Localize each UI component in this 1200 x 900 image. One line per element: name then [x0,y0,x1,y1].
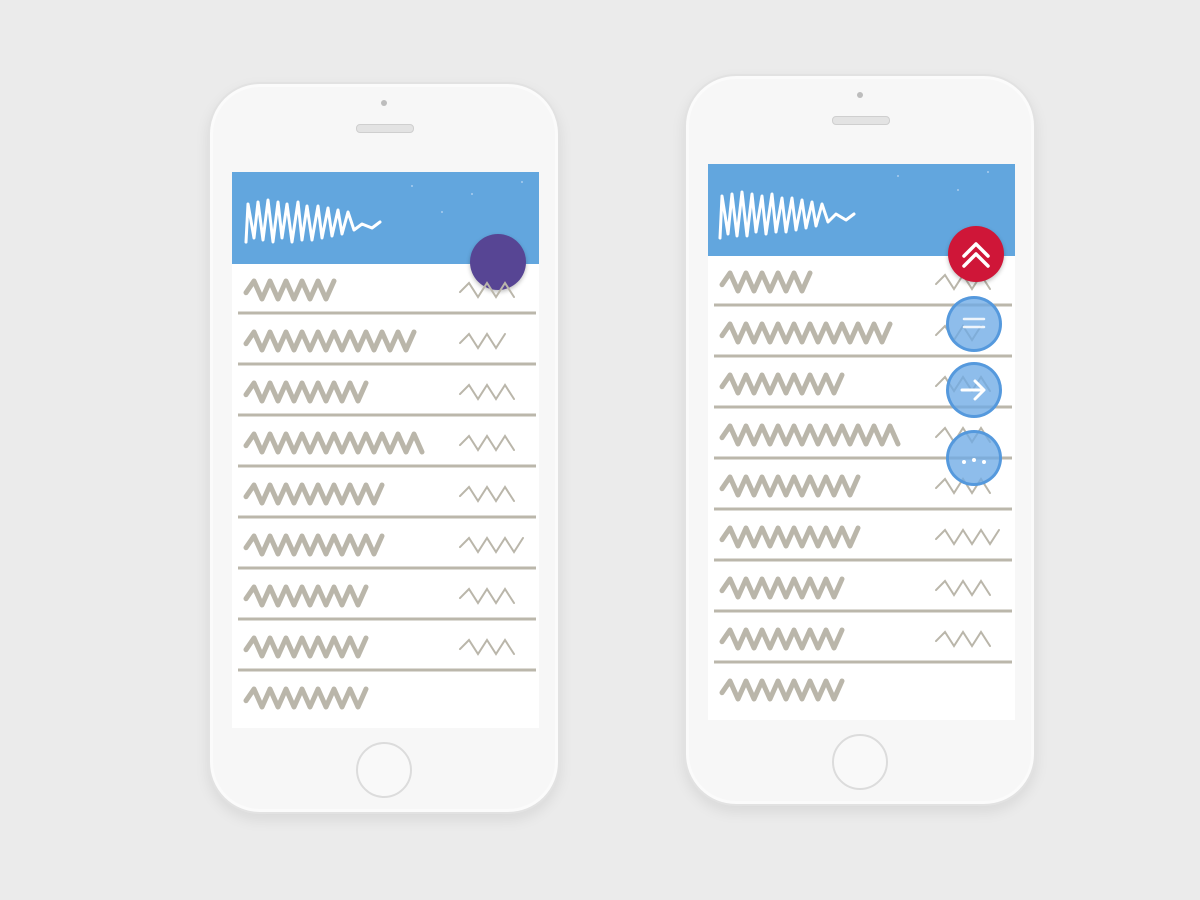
more-dots-icon [962,458,986,464]
list-item[interactable] [232,519,539,570]
camera [857,92,863,98]
phone-right [684,74,1036,806]
speed-dial-collapse-button[interactable] [948,226,1004,282]
list-item-scribble [238,482,536,519]
list-left [232,264,539,723]
speaker [832,116,890,125]
list-item-scribble [238,584,536,621]
menu-lines-icon [962,317,986,329]
list-item-scribble [238,635,536,672]
arrow-right-icon [960,379,986,401]
chevron-up-icon [962,242,990,268]
screen-left [232,172,539,728]
list-item[interactable] [708,511,1015,562]
list-item[interactable] [232,468,539,519]
speed-dial-forward-button[interactable] [946,362,1002,418]
home-button[interactable] [356,742,412,798]
list-item[interactable] [232,315,539,366]
list-item[interactable] [708,562,1015,613]
list-item-scribble [238,380,536,417]
list-item[interactable] [708,613,1015,664]
list-item-scribble [243,686,369,710]
list-item[interactable] [232,672,539,723]
list-item-scribble [714,576,1012,613]
phone-left [208,82,560,814]
list-item[interactable] [232,366,539,417]
list-item-scribble [714,627,1012,664]
speaker [356,124,414,133]
list-item-scribble [238,431,536,468]
list-item-scribble [238,278,536,315]
list-item[interactable] [232,621,539,672]
screen-right [708,164,1015,720]
list-item-scribble [238,533,536,570]
list-item[interactable] [232,417,539,468]
list-item-scribble [238,329,536,366]
speed-dial-menu-button[interactable] [946,296,1002,352]
home-button[interactable] [832,734,888,790]
list-item-scribble [714,525,1012,562]
list-item[interactable] [232,570,539,621]
speed-dial-more-button[interactable] [946,430,1002,486]
list-item[interactable] [232,264,539,315]
list-item[interactable] [708,664,1015,715]
list-item-scribble [719,678,845,702]
camera [381,100,387,106]
